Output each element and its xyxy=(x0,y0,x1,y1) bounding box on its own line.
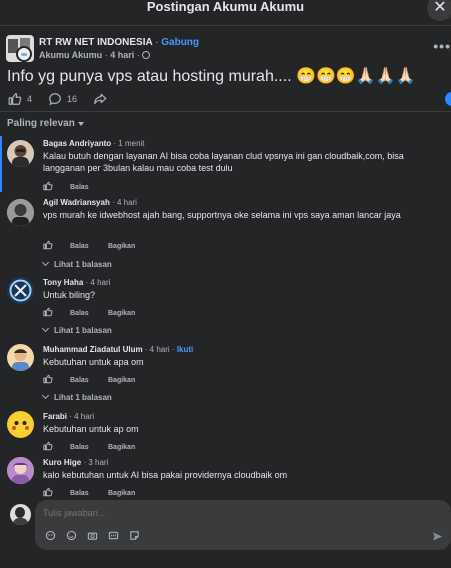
comment-time[interactable]: · 4 hari xyxy=(69,412,94,421)
like-reaction-badge[interactable] xyxy=(445,92,451,106)
share-icon xyxy=(94,93,107,105)
share-button[interactable]: Bagikan xyxy=(108,490,135,497)
globe-icon xyxy=(142,51,151,59)
dialog-header: Postingan Akumu Akumu ✕ xyxy=(0,0,451,26)
comment-text: vps murah ke idwebhost ajah bang, suppor… xyxy=(43,210,401,220)
comment-count: 16 xyxy=(67,94,78,104)
avatar[interactable] xyxy=(7,344,34,371)
sort-dropdown[interactable]: Paling relevan xyxy=(7,118,84,129)
view-replies-link[interactable]: Lihat 1 balasan xyxy=(41,258,112,269)
gif-icon[interactable] xyxy=(108,530,119,541)
reply-button[interactable]: Balas xyxy=(70,184,89,191)
group-avatar[interactable] xyxy=(6,35,34,62)
avatar[interactable] xyxy=(7,140,34,167)
comment-time[interactable]: · 3 hari xyxy=(83,458,108,467)
like-icon[interactable] xyxy=(43,307,53,317)
comment-button[interactable]: 16 xyxy=(48,91,77,107)
comment-text: Kebutuhan untuk apa om xyxy=(43,357,144,367)
share-button[interactable]: Bagikan xyxy=(108,444,135,451)
commenter-name[interactable]: Agil Wadriansyah xyxy=(43,198,110,207)
separator: · xyxy=(155,37,159,48)
commenter-name[interactable]: Kuro Hige xyxy=(43,458,81,467)
sort-label: Paling relevan xyxy=(7,118,75,129)
close-icon[interactable]: ✕ xyxy=(427,0,451,21)
sticker-icon[interactable] xyxy=(129,530,140,541)
follow-button[interactable]: Ikuti xyxy=(177,345,193,354)
commenter-name[interactable]: Muhammad Ziadatul Ulum xyxy=(43,345,143,354)
view-replies-link[interactable]: Lihat 1 balasan xyxy=(41,391,112,402)
view-replies-label: Lihat 1 balasan xyxy=(54,326,112,335)
chevron-down-icon xyxy=(41,391,50,400)
like-icon[interactable] xyxy=(43,374,53,384)
view-replies-link[interactable]: Lihat 1 balasan xyxy=(41,324,112,335)
group-name[interactable]: RT RW NET INDONESIA xyxy=(39,37,152,48)
reply-button[interactable]: Balas xyxy=(70,444,89,451)
avatar-sticker-icon[interactable] xyxy=(45,530,56,541)
post-text: Info yg punya vps atau hosting murah....… xyxy=(7,68,416,85)
comment-text: Kebutuhan untuk ap om xyxy=(43,424,139,434)
avatar[interactable] xyxy=(7,199,34,226)
like-icon[interactable] xyxy=(43,181,53,191)
reply-button[interactable]: Balas xyxy=(70,377,89,384)
view-replies-label: Lihat 1 balasan xyxy=(54,393,112,402)
avatar[interactable] xyxy=(10,504,31,525)
like-count: 4 xyxy=(27,94,33,104)
view-replies-label: Lihat 1 balasan xyxy=(54,260,112,269)
more-options-button[interactable]: ••• xyxy=(433,38,451,54)
comment-text: Untuk biling? xyxy=(43,290,96,300)
reply-box xyxy=(35,500,451,550)
post-header: RT RW NET INDONESIA · Gabung Akumu Akumu… xyxy=(6,34,450,62)
post-dialog: Postingan Akumu Akumu ✕ RT RW NET INDONE… xyxy=(0,0,451,568)
reply-toolbar xyxy=(45,530,140,542)
comment-time[interactable]: · 4 hari xyxy=(112,198,137,207)
emoji-icon[interactable] xyxy=(66,530,77,541)
post-author[interactable]: Akumu Akumu xyxy=(39,50,102,60)
send-icon[interactable] xyxy=(432,531,443,542)
commenter-name[interactable]: Bagas Andriyanto xyxy=(43,139,111,148)
like-icon[interactable] xyxy=(43,487,53,497)
comment-time[interactable]: · 1 menit xyxy=(113,139,144,148)
new-comment-indicator xyxy=(0,136,2,192)
like-button[interactable]: 4 xyxy=(8,91,32,107)
chevron-down-icon xyxy=(41,324,50,333)
join-button[interactable]: Gabung xyxy=(161,37,199,48)
divider xyxy=(0,111,451,112)
comment-time[interactable]: · 4 hari · xyxy=(145,345,175,354)
avatar[interactable] xyxy=(7,457,34,484)
share-button[interactable]: Bagikan xyxy=(108,377,135,384)
commenter-name[interactable]: Farabi xyxy=(43,412,67,421)
comment-icon xyxy=(49,93,61,106)
commenter-name[interactable]: Tony Haha xyxy=(43,278,83,287)
reply-button[interactable]: Balas xyxy=(70,310,89,317)
chevron-down-icon xyxy=(77,122,84,126)
share-button[interactable] xyxy=(93,91,107,107)
post-actions: 4 16 xyxy=(8,91,451,107)
avatar[interactable] xyxy=(7,277,34,304)
share-button[interactable]: Bagikan xyxy=(108,310,135,317)
reply-composer xyxy=(0,500,451,568)
avatar[interactable] xyxy=(7,411,34,438)
reply-button[interactable]: Balas xyxy=(70,243,89,250)
camera-icon[interactable] xyxy=(87,530,98,541)
comment-time[interactable]: · 4 hari xyxy=(86,278,111,287)
reply-input[interactable] xyxy=(43,508,423,518)
comment-text: Kalau butuh dengan layanan AI bisa coba … xyxy=(43,151,404,173)
dialog-title: Postingan Akumu Akumu xyxy=(146,0,305,14)
like-icon[interactable] xyxy=(43,441,53,451)
reply-button[interactable]: Balas xyxy=(70,490,89,497)
thumbs-up-icon xyxy=(8,93,22,105)
like-icon[interactable] xyxy=(43,240,53,250)
share-button[interactable]: Bagikan xyxy=(108,243,135,250)
chevron-down-icon xyxy=(41,258,50,267)
comment-text: kalo kebutuhan untuk AI bisa pakai provi… xyxy=(43,470,288,480)
author-avatar[interactable] xyxy=(16,46,32,62)
post-time[interactable]: 4 hari xyxy=(110,50,134,60)
